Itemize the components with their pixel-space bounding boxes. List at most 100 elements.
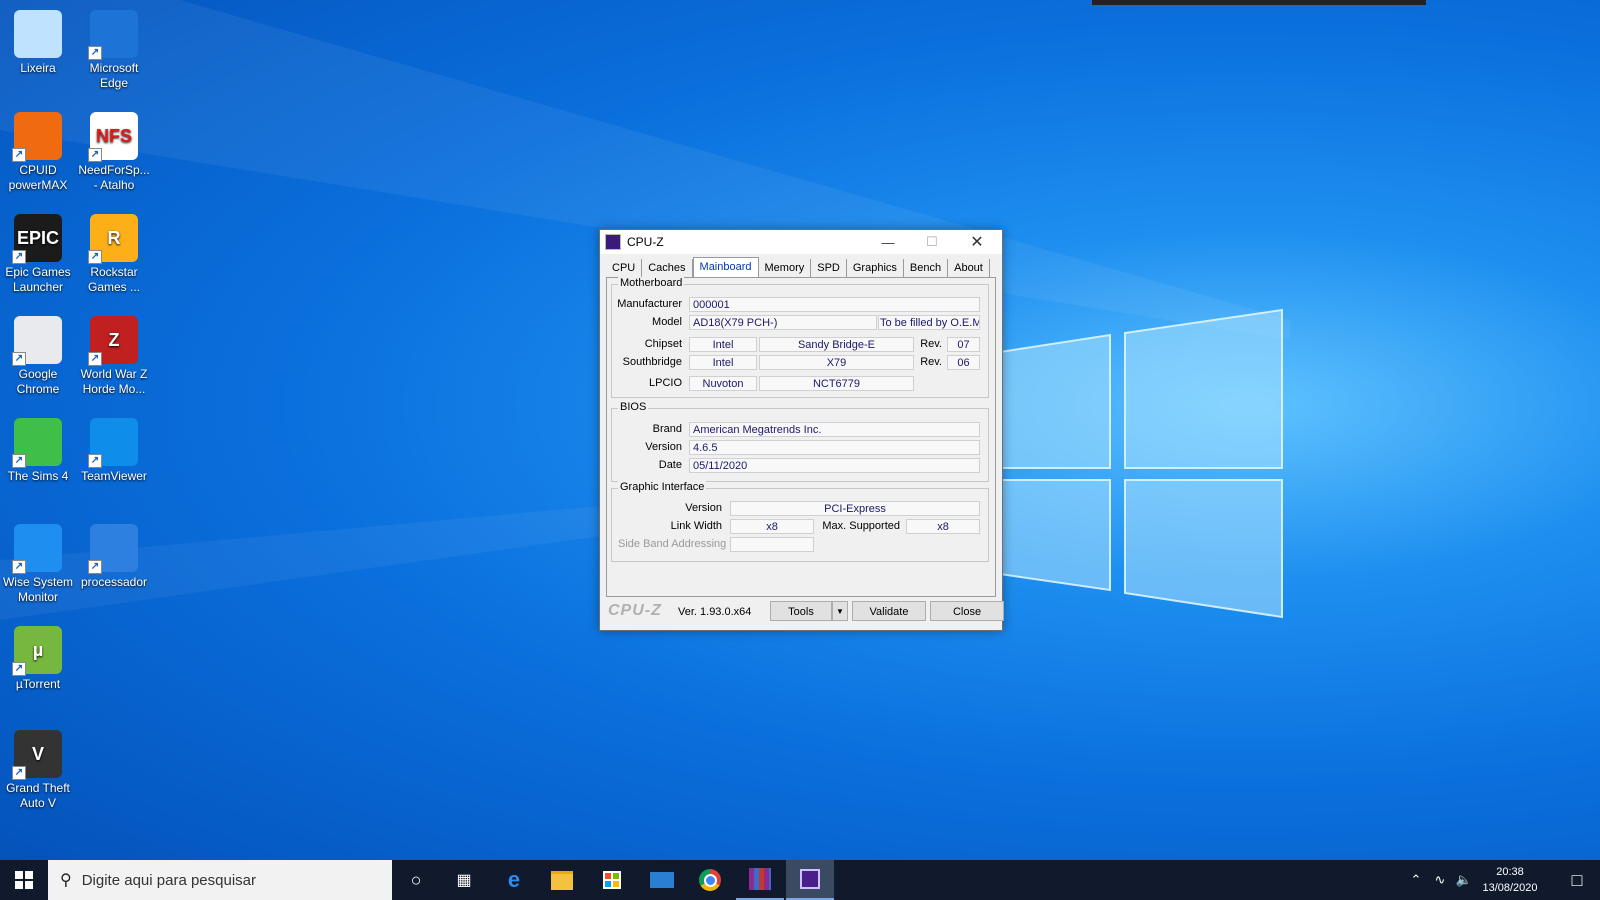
sideband-field xyxy=(730,537,814,552)
sims-icon: ↗ xyxy=(12,418,62,468)
flame-icon: ↗ xyxy=(12,112,62,162)
desktop-shortcut-utorrent[interactable]: µ ↗ µTorrent xyxy=(0,620,76,692)
desktop-shortcut-chrome[interactable]: ↗ Google Chrome xyxy=(0,310,76,397)
motherboard-legend: Motherboard xyxy=(618,277,685,289)
taskbar-chrome-icon[interactable] xyxy=(686,860,734,900)
mainboard-panel: Motherboard Manufacturer 000001 Model AD… xyxy=(606,277,996,597)
wwz-icon: Z ↗ xyxy=(88,316,138,366)
desktop-shortcut-label: The Sims 4 xyxy=(7,469,69,483)
chrome-glyph-icon xyxy=(699,869,721,891)
tab-bar: CPU Caches Mainboard Memory SPD Graphics… xyxy=(606,257,990,278)
motherboard-group: Motherboard Manufacturer 000001 Model AD… xyxy=(611,277,989,398)
tab-memory[interactable]: Memory xyxy=(759,259,812,277)
tab-mainboard[interactable]: Mainboard xyxy=(692,257,759,278)
manufacturer-label: Manufacturer xyxy=(617,298,682,310)
close-button[interactable]: Close xyxy=(930,601,1004,621)
tab-cpu[interactable]: CPU xyxy=(606,259,643,277)
clock-date: 13/08/2020 xyxy=(1482,882,1538,894)
desktop-shortcut-flame[interactable]: ↗ CPUID powerMAX xyxy=(0,106,76,193)
tab-bench[interactable]: Bench xyxy=(904,259,949,277)
search-box[interactable]: ⚲ Digite aqui para pesquisar xyxy=(48,860,392,900)
network-icon[interactable]: ∿ xyxy=(1428,872,1452,888)
cortana-icon[interactable]: ○ xyxy=(392,860,440,900)
desktop-shortcut-wise-monitor[interactable]: ↗ Wise System Monitor xyxy=(0,518,76,605)
chipset-vendor-field: Intel xyxy=(689,337,757,352)
desktop-shortcut-edge[interactable]: ↗ Microsoft Edge xyxy=(76,4,152,91)
tab-caches[interactable]: Caches xyxy=(642,259,693,277)
taskbar-store-icon[interactable] xyxy=(588,860,636,900)
shortcut-arrow-icon: ↗ xyxy=(88,352,102,366)
desktop-shortcut-gta[interactable]: V ↗ Grand Theft Auto V xyxy=(0,724,76,811)
desktop-shortcut-nfs[interactable]: NFS ↗ NeedForSp... - Atalho xyxy=(76,106,152,193)
desktop-shortcut-rockstar[interactable]: R ↗ Rockstar Games ... xyxy=(76,208,152,295)
bios-version-field: 4.6.5 xyxy=(689,440,980,455)
chrome-icon: ↗ xyxy=(12,316,62,366)
desktop-shortcut-sims[interactable]: ↗ The Sims 4 xyxy=(0,412,76,484)
mail-envelope-icon xyxy=(650,872,674,888)
shortcut-arrow-icon: ↗ xyxy=(12,560,26,574)
tab-graphics[interactable]: Graphics xyxy=(847,259,904,277)
version-text: Ver. 1.93.0.x64 xyxy=(678,606,752,618)
desktop-shortcut-label: Epic Games Launcher xyxy=(5,265,71,294)
task-view-icon[interactable]: ▦ xyxy=(440,860,488,900)
wwz-glyph: Z xyxy=(108,329,120,350)
utorrent-icon: µ ↗ xyxy=(12,626,62,676)
nfs-glyph: NFS xyxy=(96,125,132,146)
validate-button[interactable]: Validate xyxy=(852,601,926,621)
bios-legend: BIOS xyxy=(618,401,649,413)
start-button[interactable] xyxy=(0,860,48,900)
southbridge-label: Southbridge xyxy=(622,356,682,368)
link-width-field: x8 xyxy=(730,519,814,534)
taskbar-winrar-icon[interactable] xyxy=(736,860,784,900)
desktop-shortcut-recycle-bin[interactable]: Lixeira xyxy=(0,4,76,76)
minimize-button[interactable]: — xyxy=(866,230,910,254)
gta-icon: V ↗ xyxy=(12,730,62,780)
desktop-shortcut-label: CPUID powerMAX xyxy=(8,163,68,192)
graphic-interface-group: Graphic Interface Version PCI-Express Li… xyxy=(611,481,989,562)
taskbar-mail-icon[interactable] xyxy=(638,860,686,900)
desktop-shortcut-label: NeedForSp... - Atalho xyxy=(78,163,150,192)
close-window-button[interactable]: ✕ xyxy=(955,230,999,254)
chipset-name-field: Sandy Bridge-E xyxy=(759,337,914,352)
show-hidden-icons-chevron-icon[interactable]: ⌃ xyxy=(1404,872,1428,888)
utorrent-glyph: µ xyxy=(32,639,44,660)
nfs-icon: NFS ↗ xyxy=(88,112,138,162)
taskbar-explorer-icon[interactable] xyxy=(538,860,586,900)
maximize-button[interactable]: ☐ xyxy=(910,230,954,254)
shortcut-arrow-icon: ↗ xyxy=(12,250,26,264)
taskbar-edge-icon[interactable]: e xyxy=(490,860,538,900)
top-edge-bar xyxy=(1092,0,1426,5)
taskbar-cpuz-icon[interactable] xyxy=(786,860,834,900)
cpuz-window[interactable]: CPU-Z — ☐ ✕ CPU Caches Mainboard Memory … xyxy=(599,229,1004,631)
model-field: AD18(X79 PCH-) xyxy=(689,315,877,330)
bios-group: BIOS Brand American Megatrends Inc. Vers… xyxy=(611,401,989,482)
chipset-rev-label: Rev. xyxy=(920,338,942,350)
tools-dropdown-arrow-icon[interactable]: ▼ xyxy=(832,601,848,621)
shortcut-arrow-icon: ↗ xyxy=(12,454,26,468)
notifications-icon[interactable]: □ xyxy=(1554,860,1600,900)
clock[interactable]: 20:38 13/08/2020 xyxy=(1464,864,1556,896)
shortcut-arrow-icon: ↗ xyxy=(12,662,26,676)
rockstar-icon: R ↗ xyxy=(88,214,138,264)
desktop-shortcut-wwz[interactable]: Z ↗ World War Z Horde Mo... xyxy=(76,310,152,397)
title-bar[interactable]: CPU-Z — ☐ ✕ xyxy=(600,230,1002,254)
edge-glyph-icon: e xyxy=(507,867,521,892)
southbridge-name-field: X79 xyxy=(759,355,914,370)
desktop-shortcut-processor-shortcut[interactable]: ↗ processador xyxy=(76,518,152,590)
shortcut-arrow-icon: ↗ xyxy=(88,250,102,264)
store-bag-icon xyxy=(603,871,621,889)
desktop-shortcut-epic-games[interactable]: EPIC ↗ Epic Games Launcher xyxy=(0,208,76,295)
bios-date-field: 05/11/2020 xyxy=(689,458,980,473)
graphic-version-field: PCI-Express xyxy=(730,501,980,516)
manufacturer-field: 000001 xyxy=(689,297,980,312)
wise-monitor-icon: ↗ xyxy=(12,524,62,574)
desktop-shortcut-teamviewer[interactable]: ↗ TeamViewer xyxy=(76,412,152,484)
tab-about[interactable]: About xyxy=(948,259,990,277)
graphic-version-label: Version xyxy=(685,502,722,514)
recycle-bin-icon xyxy=(14,10,62,58)
tools-button[interactable]: Tools xyxy=(770,601,832,621)
clock-time: 20:38 xyxy=(1496,866,1524,878)
cpuz-logo: CPU-Z xyxy=(608,602,662,619)
bios-brand-field: American Megatrends Inc. xyxy=(689,422,980,437)
tab-spd[interactable]: SPD xyxy=(811,259,847,277)
